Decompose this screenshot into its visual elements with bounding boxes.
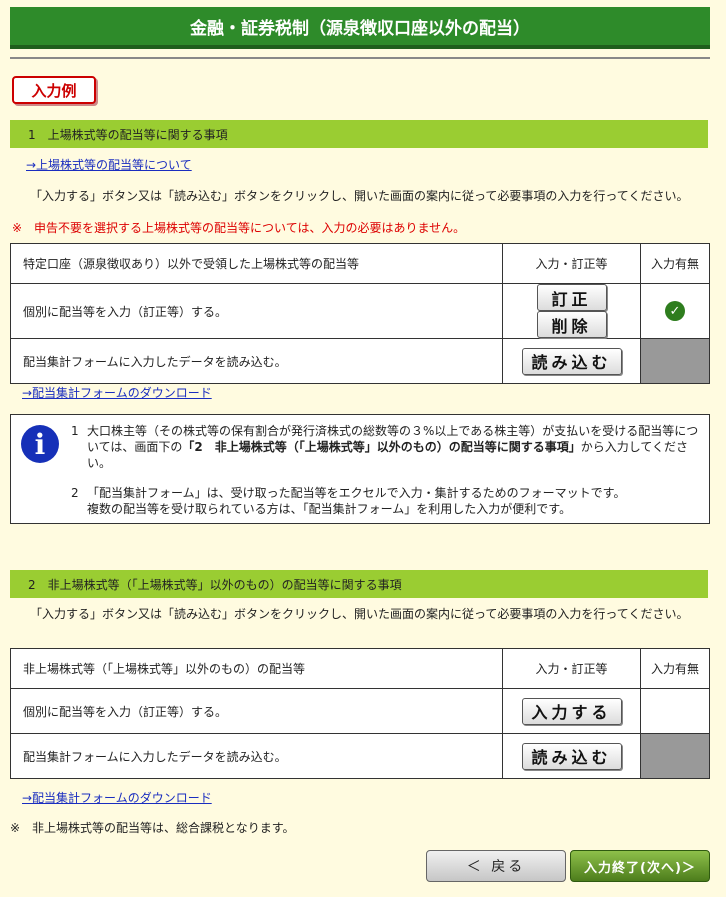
load-button[interactable]: 読み込む bbox=[521, 742, 622, 770]
table-header-label: 非上場株式等（「上場株式等」以外のもの）の配当等 bbox=[10, 648, 503, 689]
table-row: 個別に配当等を入力（訂正等）する。 訂正 削除 ✓ bbox=[10, 283, 710, 339]
table-header-action: 入力・訂正等 bbox=[502, 648, 641, 689]
section1-table: 特定口座（源泉徴収あり）以外で受領した上場株式等の配当等 入力・訂正等 入力有無… bbox=[10, 243, 710, 384]
row-status-disabled bbox=[640, 733, 710, 779]
section2-instruction: 「入力する」ボタン又は「読み込む」ボタンをクリックし、開いた画面の案内に従って必… bbox=[30, 607, 689, 621]
info-item-text: 「配当集計フォーム」は、受け取った配当等をエクセルで入力・集計するためのフォーマ… bbox=[87, 486, 626, 500]
example-badge: 入力例 bbox=[12, 76, 96, 104]
row-actions: 訂正 削除 bbox=[502, 283, 641, 339]
table-row: 個別に配当等を入力（訂正等）する。 入力する bbox=[10, 688, 710, 734]
table-header-action: 入力・訂正等 bbox=[502, 243, 641, 284]
info-item-emphasis: 「2 非上場株式等（「上場株式等」以外のもの）の配当等に関する事項」 bbox=[182, 440, 581, 454]
info-icon: i bbox=[21, 425, 59, 463]
row-label: 配当集計フォームに入力したデータを読み込む。 bbox=[10, 733, 503, 779]
section1-warning: ※ 申告不要を選択する上場株式等の配当等については、入力の必要はありません。 bbox=[12, 221, 466, 235]
taxation-note: ※ 非上場株式等の配当等は、総合課税となります。 bbox=[10, 821, 295, 835]
edit-button[interactable]: 訂正 bbox=[536, 284, 607, 311]
table-header-status: 入力有無 bbox=[640, 648, 710, 689]
delete-button[interactable]: 削除 bbox=[536, 311, 607, 338]
section1-heading: 1 上場株式等の配当等に関する事項 bbox=[10, 120, 708, 148]
row-label: 配当集計フォームに入力したデータを読み込む。 bbox=[10, 338, 503, 384]
row-status-disabled bbox=[640, 338, 710, 384]
section1-instruction: 「入力する」ボタン又は「読み込む」ボタンをクリックし、開いた画面の案内に従って必… bbox=[30, 189, 689, 203]
row-actions: 読み込む bbox=[502, 733, 641, 779]
row-actions: 読み込む bbox=[502, 338, 641, 384]
table-header-label: 特定口座（源泉徴収あり）以外で受領した上場株式等の配当等 bbox=[10, 243, 503, 284]
row-label: 個別に配当等を入力（訂正等）する。 bbox=[10, 688, 503, 734]
row-status bbox=[640, 688, 710, 734]
row-status: ✓ bbox=[640, 283, 710, 339]
section2-table: 非上場株式等（「上場株式等」以外のもの）の配当等 入力・訂正等 入力有無 個別に… bbox=[10, 648, 710, 779]
section2-heading: 2 非上場株式等（「上場株式等」以外のもの）の配当等に関する事項 bbox=[10, 570, 708, 598]
page-title: 金融・証券税制（源泉徴収口座以外の配当） bbox=[10, 7, 710, 49]
table-header-row: 特定口座（源泉徴収あり）以外で受領した上場株式等の配当等 入力・訂正等 入力有無 bbox=[10, 243, 710, 284]
table-header-row: 非上場株式等（「上場株式等」以外のもの）の配当等 入力・訂正等 入力有無 bbox=[10, 648, 710, 689]
load-button[interactable]: 読み込む bbox=[521, 347, 622, 375]
info-item-text: 複数の配当等を受け取られている方は、「配当集計フォーム」を利用した入力が便利です… bbox=[87, 502, 572, 516]
table-header-status: 入力有無 bbox=[640, 243, 710, 284]
divider bbox=[10, 57, 710, 59]
table-row: 配当集計フォームに入力したデータを読み込む。 読み込む bbox=[10, 338, 710, 384]
dividend-form-download-link-2[interactable]: →配当集計フォームのダウンロード bbox=[22, 789, 212, 806]
dividend-form-download-link[interactable]: →配当集計フォームのダウンロード bbox=[22, 384, 212, 401]
input-button[interactable]: 入力する bbox=[521, 697, 622, 725]
check-icon: ✓ bbox=[665, 301, 685, 321]
info-item-number: 1 bbox=[71, 424, 79, 438]
finish-input-next-button[interactable]: 入力終了(次へ)＞ bbox=[570, 850, 710, 882]
back-button[interactable]: ＜ 戻る bbox=[426, 850, 566, 882]
listed-dividends-about-link[interactable]: →上場株式等の配当等について bbox=[26, 156, 192, 173]
row-label: 個別に配当等を入力（訂正等）する。 bbox=[10, 283, 503, 339]
info-box: i 1 大口株主等（その株式等の保有割合が発行済株式の総数等の３%以上である株主… bbox=[10, 414, 710, 524]
info-item-number: 2 bbox=[71, 486, 79, 500]
info-item-2: 2 「配当集計フォーム」は、受け取った配当等をエクセルで入力・集計するためのフォ… bbox=[71, 485, 701, 517]
table-row: 配当集計フォームに入力したデータを読み込む。 読み込む bbox=[10, 733, 710, 779]
row-actions: 入力する bbox=[502, 688, 641, 734]
info-item-1: 1 大口株主等（その株式等の保有割合が発行済株式の総数等の３%以上である株主等）… bbox=[71, 423, 701, 471]
